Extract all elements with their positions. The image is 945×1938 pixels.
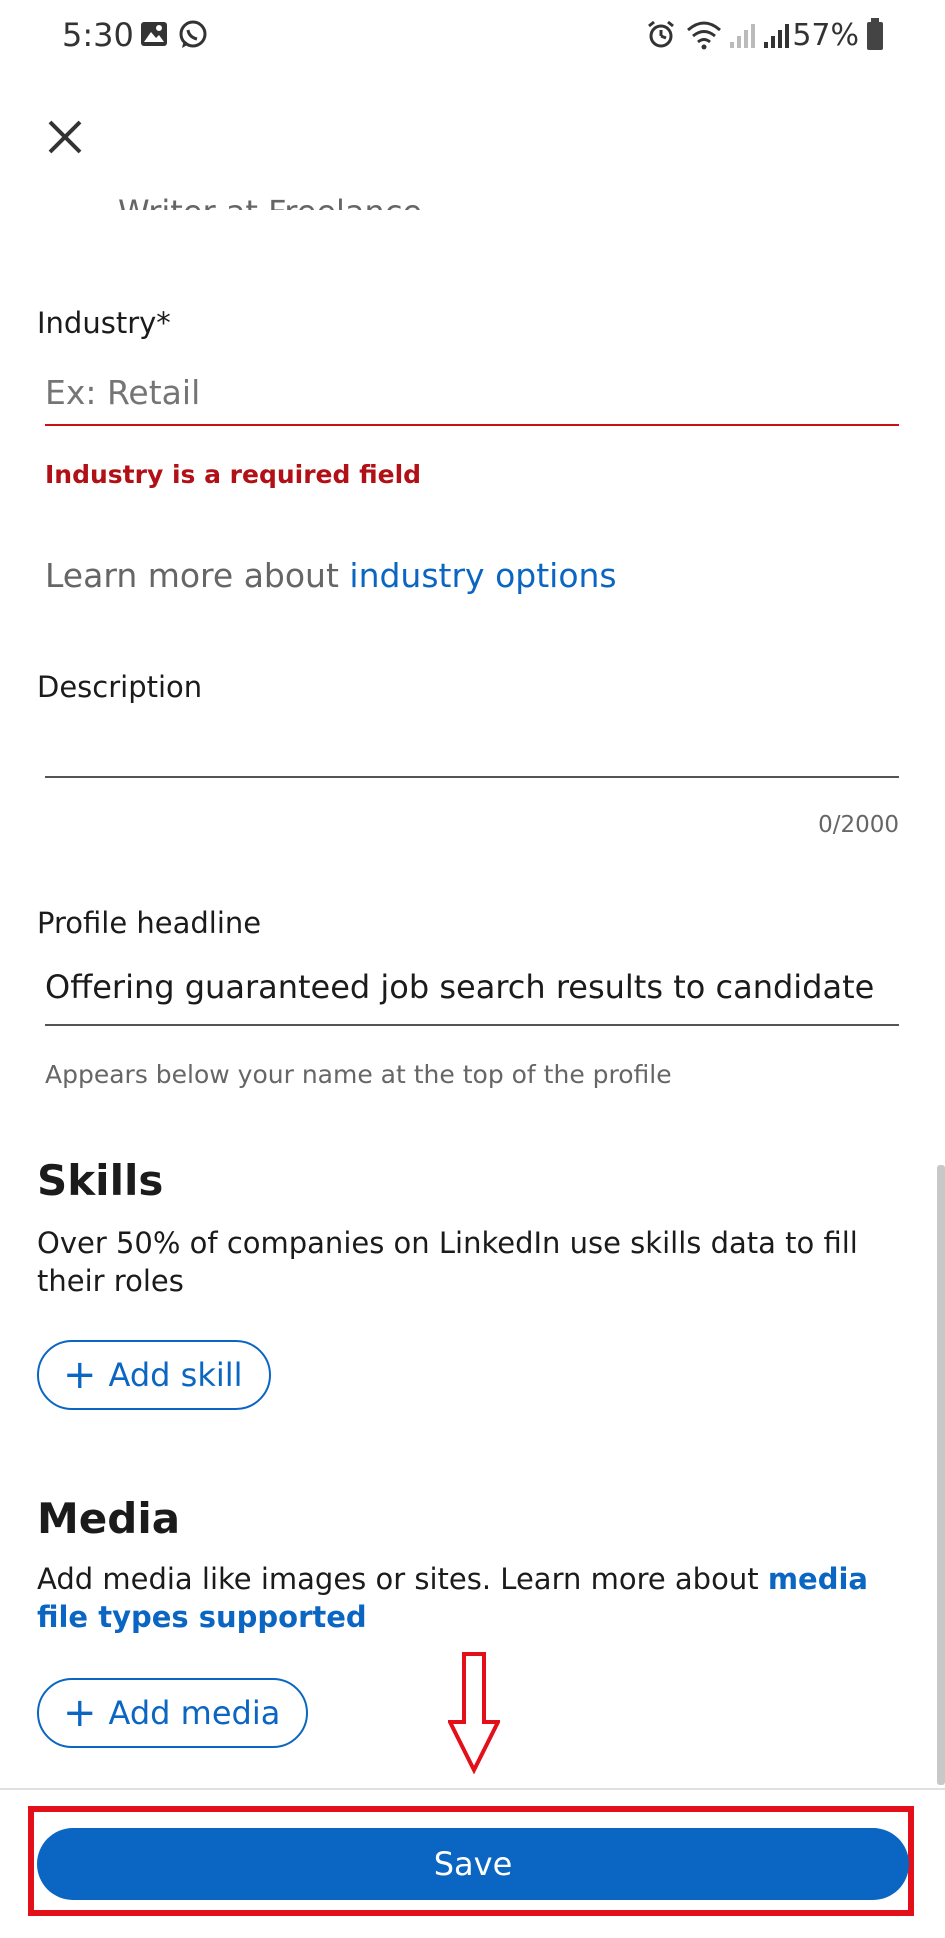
industry-input[interactable] [45, 370, 899, 414]
close-icon [48, 120, 82, 154]
image-icon [140, 20, 170, 50]
industry-learn-more: Learn more about industry options [45, 556, 617, 595]
industry-underline [45, 424, 899, 426]
add-media-label: Add media [108, 1694, 281, 1732]
signal-icon [762, 20, 792, 50]
status-time: 5:30 [62, 16, 134, 54]
headline-underline [45, 1024, 899, 1026]
learn-more-prefix: Learn more about [45, 556, 350, 595]
footer-divider [0, 1788, 945, 1790]
media-description-text: Add media like images or sites. Learn mo… [37, 1562, 768, 1596]
plus-icon: + [63, 1352, 97, 1398]
plus-icon: + [63, 1690, 97, 1736]
description-label: Description [37, 670, 203, 704]
save-button[interactable]: Save [37, 1828, 909, 1900]
headline-input[interactable]: Offering guaranteed job search results t… [45, 968, 905, 1006]
skills-description: Over 50% of companies on LinkedIn use sk… [37, 1226, 858, 1298]
battery-icon [867, 18, 883, 50]
battery-percent: 57% [792, 18, 859, 53]
clipped-position-text: Writer at Freelance [118, 176, 422, 210]
industry-label: Industry* [37, 306, 171, 340]
whatsapp-icon [178, 20, 208, 50]
add-skill-button[interactable]: + Add skill [37, 1340, 271, 1410]
headline-label: Profile headline [37, 906, 262, 940]
headline-helper-text: Appears below your name at the top of th… [45, 1060, 672, 1089]
wifi-icon [686, 20, 722, 50]
media-description: Add media like images or sites. Learn mo… [37, 1560, 917, 1636]
media-title: Media [37, 1494, 181, 1543]
industry-error-text: Industry is a required field [45, 460, 422, 489]
description-input[interactable] [45, 726, 899, 770]
description-counter: 0/2000 [818, 812, 899, 838]
signal-icon [728, 20, 758, 50]
skills-title: Skills [37, 1156, 164, 1205]
status-bar: 5:30 57% [0, 0, 945, 72]
industry-options-link[interactable]: industry options [349, 556, 616, 595]
alarm-icon [646, 20, 676, 50]
description-underline [45, 776, 899, 778]
close-button[interactable] [40, 112, 90, 162]
add-media-button[interactable]: + Add media [37, 1678, 309, 1748]
annotation-arrow-icon [448, 1652, 500, 1774]
scrollbar[interactable] [937, 1165, 945, 1785]
add-skill-label: Add skill [108, 1356, 243, 1394]
